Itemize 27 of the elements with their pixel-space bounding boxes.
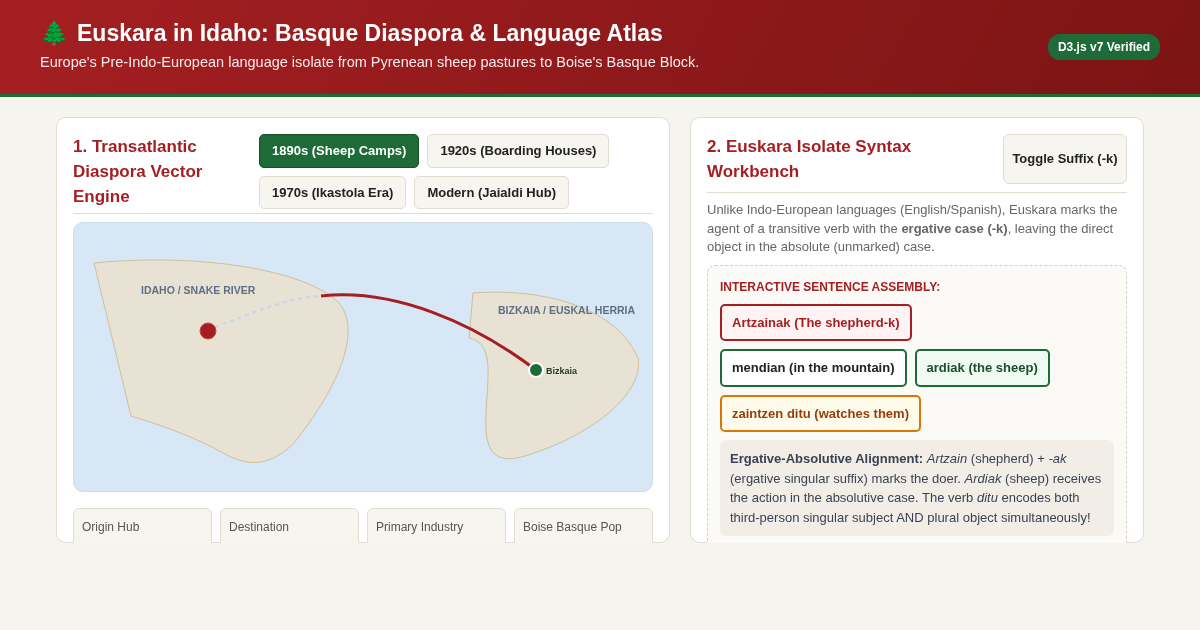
origin-marker: [528, 362, 544, 378]
stat-label: Primary Industry: [376, 520, 464, 534]
word-token[interactable]: zaintzen ditu (watches them): [720, 394, 921, 432]
panel-title: 1. Transatlantic Diaspora Vector Engine: [73, 136, 204, 208]
panel-title: 2. Euskara Isolate Syntax Workbench: [707, 136, 913, 183]
intro-paragraph: Unlike Indo-European languages (English/Spanish), Euskara marks the agent of a transitive verb with the ergative case (-k), leaving the direct object in the absolute (unmarked) case.: [707, 201, 1119, 256]
toggle-suffix-button[interactable]: Toggle Suffix (-k): [1003, 134, 1127, 184]
region-label: BIZKAIA / EUSKAL HERRIA: [498, 304, 636, 316]
word-token[interactable]: ardiak (the sheep): [914, 349, 1050, 387]
destination-marker: [199, 322, 217, 340]
page-subtitle: Europe's Pre-Indo-European language isolate from Pyrenean sheep pastures to Boise's Basque Block.: [40, 52, 700, 72]
stat-label: Destination: [229, 520, 290, 534]
tree-icon: 🌲: [40, 20, 69, 48]
stat-label: Boise Basque Pop: [523, 520, 622, 534]
verified-badge: D3.js v7 Verified: [1047, 34, 1160, 60]
region-label: IDAHO / SNAKE RIVER: [141, 284, 256, 296]
word-token[interactable]: Artzainak (The shepherd-k): [720, 303, 912, 341]
era-tab[interactable]: 1920s (Boarding Houses): [427, 134, 610, 168]
era-tab[interactable]: 1890s (Sheep Camps): [259, 134, 420, 168]
place-label: Bizkaia: [546, 366, 578, 376]
stat-label: Origin Hub: [82, 520, 140, 534]
era-tab[interactable]: 1970s (Ikastola Era): [259, 175, 407, 209]
assembly-heading: INTERACTIVE SENTENCE ASSEMBLY:: [720, 278, 942, 296]
era-tab[interactable]: Modern (Jaialdi Hub): [414, 175, 569, 209]
alignment-note: Ergative-Absolutive Alignment: Artzain (shepherd) + -ak (ergative singular suffix) marks the doer. Ardiak (sheep) receives the action in the absolutive case. The verb ditu encodes both third-person singular subject AND plural object simultaneously!: [720, 440, 1114, 536]
page-title: Euskara in Idaho: Basque Diaspora & Language Atlas: [77, 20, 663, 48]
word-token[interactable]: mendian (in the mountain): [720, 349, 907, 387]
